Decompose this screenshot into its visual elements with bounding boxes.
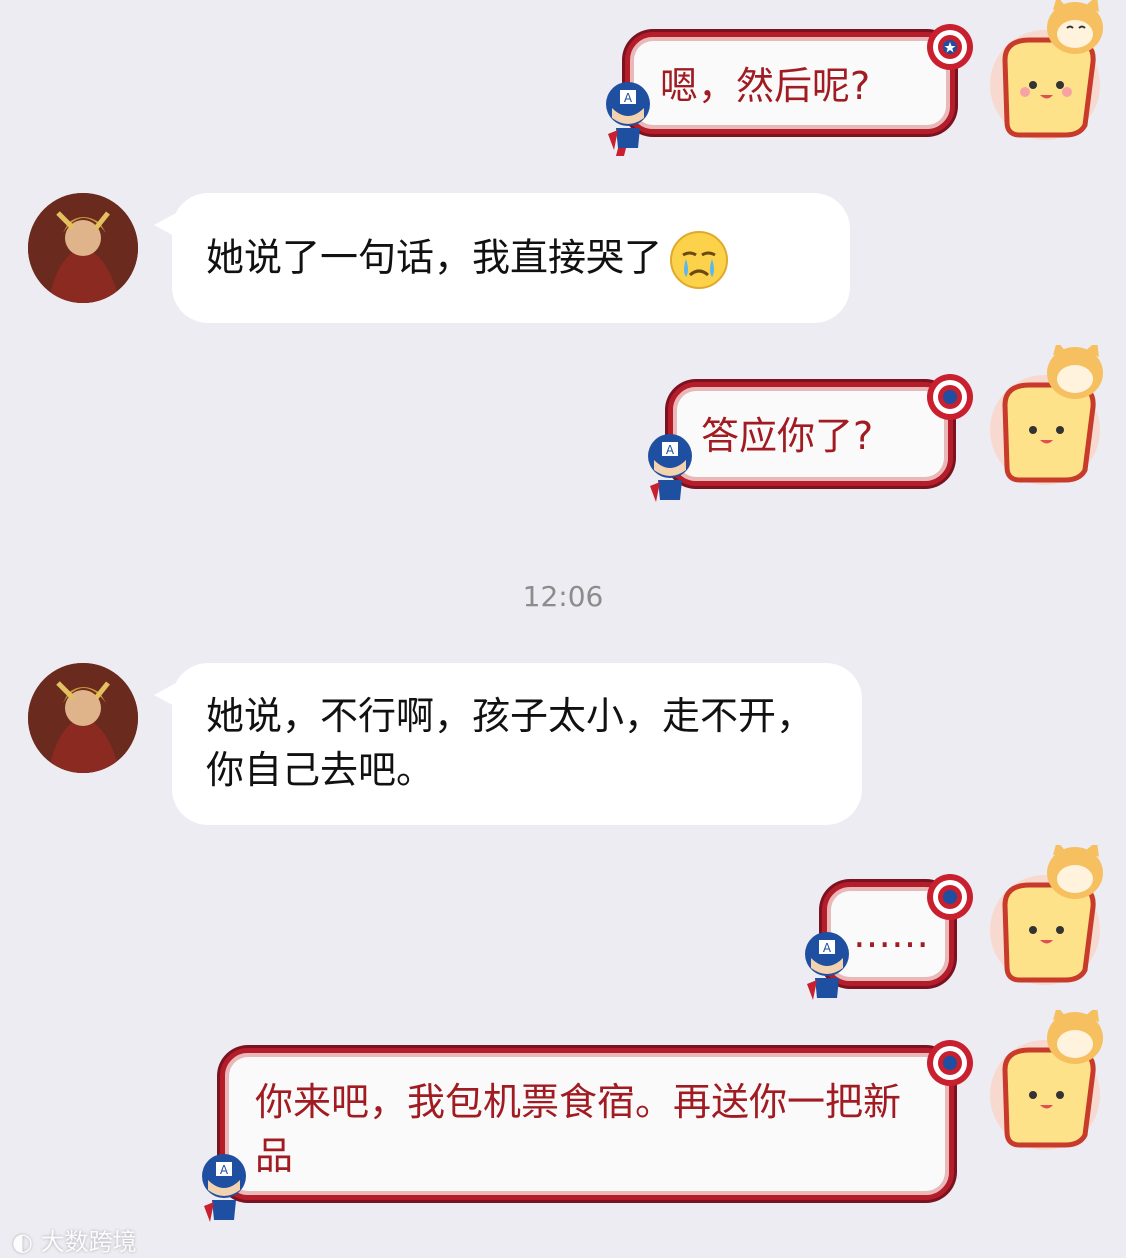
captain-sticker-icon: A	[640, 430, 700, 508]
my-avatar[interactable]	[985, 1010, 1115, 1150]
my-avatar[interactable]	[985, 345, 1115, 485]
message-timestamp: 12:06	[522, 580, 604, 613]
my-avatar[interactable]	[985, 845, 1115, 985]
message-text: 答应你了?	[701, 414, 874, 458]
watermark: ◐ 大数跨境	[12, 1222, 137, 1257]
bubble-tail	[154, 683, 176, 707]
captain-sticker-icon: A	[194, 1150, 254, 1228]
captain-sticker-icon: A	[797, 928, 857, 1006]
outgoing-message-bubble[interactable]: 答应你了?	[668, 382, 953, 486]
my-avatar[interactable]	[985, 0, 1115, 140]
svg-text:A: A	[220, 1163, 229, 1177]
shield-icon	[925, 22, 975, 72]
svg-text:A: A	[624, 91, 633, 105]
outgoing-message-bubble[interactable]: 嗯，然后呢?	[625, 32, 955, 134]
message-text: 她说，不行啊，孩子太小，走不开，你自己去吧。	[206, 694, 815, 792]
shield-icon	[925, 1038, 975, 1088]
incoming-message-bubble[interactable]: 她说了一句话，我直接哭了	[154, 193, 850, 323]
captain-sticker-icon: A	[598, 78, 658, 156]
shield-icon	[925, 372, 975, 422]
incoming-message-bubble[interactable]: 她说，不行啊，孩子太小，走不开，你自己去吧。	[154, 663, 862, 825]
message-text: ……	[853, 912, 929, 956]
contact-avatar[interactable]	[28, 193, 138, 303]
crying-face-emoji	[668, 229, 730, 291]
svg-text:A: A	[823, 941, 832, 955]
message-text: 嗯，然后呢?	[660, 64, 871, 108]
weibo-logo-icon: ◐	[12, 1228, 33, 1256]
shield-icon	[925, 872, 975, 922]
outgoing-message-bubble[interactable]: 你来吧，我包机票食宿。再送你一把新品	[220, 1048, 954, 1200]
message-text: 你来吧，我包机票食宿。再送你一把新品	[255, 1080, 902, 1178]
bubble-tail	[154, 213, 176, 237]
contact-avatar[interactable]	[28, 663, 138, 773]
svg-text:A: A	[666, 443, 675, 457]
message-text: 她说了一句话，我直接哭了	[206, 235, 663, 280]
watermark-text: 大数跨境	[40, 1228, 137, 1256]
